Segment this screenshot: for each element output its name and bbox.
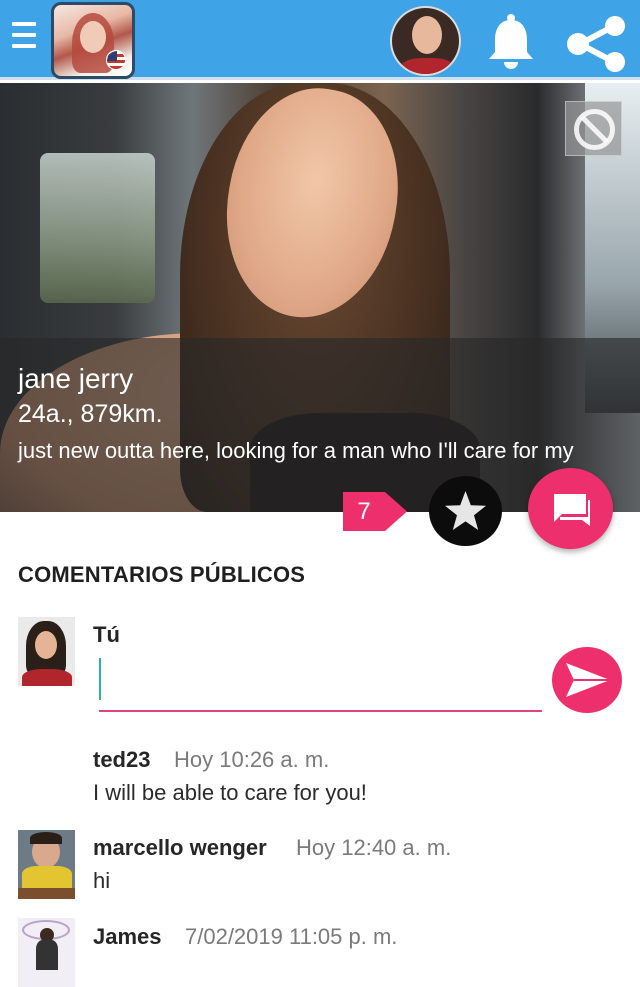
public-comments-heading: COMENTARIOS PÚBLICOS: [18, 562, 306, 587]
comment-time: Hoy 10:26 a. m.: [174, 747, 330, 772]
bell-icon[interactable]: [485, 12, 537, 70]
star-icon: [445, 491, 486, 530]
comment-text: hi: [93, 868, 111, 893]
hamburger-menu-icon[interactable]: [12, 22, 38, 56]
chat-bubbles-icon: [554, 494, 590, 526]
comment-time: Hoy 12:40 a. m.: [296, 835, 452, 860]
my-avatar: [18, 617, 75, 686]
favorite-button[interactable]: [429, 476, 502, 546]
chat-button[interactable]: [528, 468, 613, 549]
commenter-avatar[interactable]: [18, 918, 75, 987]
profile-photo[interactable]: jane jerry 24a., 879km. just new outta h…: [0, 83, 640, 512]
top-app-bar: [0, 0, 640, 80]
comment-author[interactable]: James: [93, 924, 162, 950]
send-icon: [566, 663, 610, 697]
comment-author[interactable]: marcello wenger: [93, 835, 267, 861]
send-comment-button[interactable]: [552, 647, 622, 713]
user-avatar[interactable]: [390, 6, 461, 76]
composer-author: Tú: [93, 622, 120, 647]
commenter-avatar[interactable]: [18, 830, 75, 899]
profile-age-distance: 24a., 879km.: [18, 400, 163, 428]
app-logo-icon[interactable]: [51, 2, 135, 79]
block-icon[interactable]: [565, 101, 622, 156]
share-icon[interactable]: [566, 16, 628, 72]
text-cursor: [99, 658, 101, 700]
profile-name: jane jerry: [18, 363, 134, 394]
count-badge: 7: [357, 498, 371, 525]
comment-input[interactable]: [99, 656, 542, 712]
comment-author[interactable]: ted23: [93, 747, 150, 773]
comment-time: 7/02/2019 11:05 p. m.: [185, 924, 398, 949]
profile-bio: just new outta here, looking for a man w…: [18, 438, 574, 463]
comment-text: I will be able to care for you!: [93, 780, 367, 805]
